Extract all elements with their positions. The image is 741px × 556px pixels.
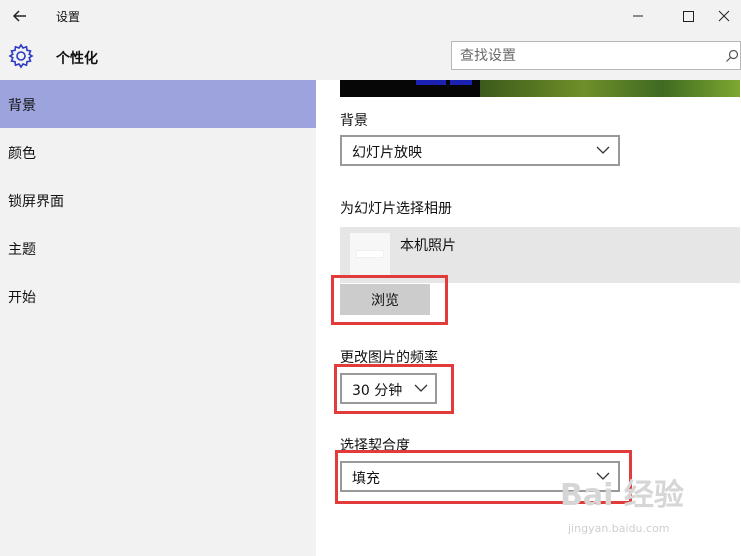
album-thumbnail xyxy=(350,233,390,277)
fit-dropdown-value: 填充 xyxy=(352,471,380,487)
sidebar-item-background[interactable]: 背景 xyxy=(0,80,316,128)
minimize-icon[interactable] xyxy=(616,4,660,28)
search-icon[interactable] xyxy=(724,48,740,64)
sidebar-item-start[interactable]: 开始 xyxy=(0,272,316,320)
preview-image xyxy=(480,80,740,97)
frequency-label: 更改图片的频率 xyxy=(340,350,438,366)
page-header: 个性化 xyxy=(0,32,741,80)
background-dropdown[interactable]: 幻灯片放映 xyxy=(340,135,620,166)
sidebar-item-colors[interactable]: 颜色 xyxy=(0,128,316,176)
fit-label: 选择契合度 xyxy=(340,438,410,454)
search-input[interactable] xyxy=(460,48,710,64)
window-title: 设置 xyxy=(56,10,81,24)
browse-button[interactable]: 浏览 xyxy=(340,284,430,315)
watermark: Bai 经验 jingyan.baidu.com xyxy=(560,470,738,550)
frequency-dropdown-value: 30 分钟 xyxy=(352,383,403,399)
sidebar-item-themes[interactable]: 主题 xyxy=(0,224,316,272)
sidebar-item-label: 主题 xyxy=(8,242,36,258)
chevron-down-icon xyxy=(596,146,610,154)
chevron-down-icon xyxy=(414,384,428,392)
watermark-url: jingyan.baidu.com xyxy=(568,522,670,535)
background-label: 背景 xyxy=(340,113,368,129)
album-item-label: 本机照片 xyxy=(400,238,456,254)
close-icon[interactable] xyxy=(702,4,741,28)
gear-icon xyxy=(8,43,34,69)
search-box[interactable] xyxy=(451,41,741,70)
title-bar: 设置 xyxy=(0,0,741,32)
background-dropdown-value: 幻灯片放映 xyxy=(352,145,422,161)
frequency-dropdown[interactable]: 30 分钟 xyxy=(340,373,437,404)
sidebar-item-label: 锁屏界面 xyxy=(8,194,64,210)
page-title: 个性化 xyxy=(56,51,98,67)
sidebar-item-label: 背景 xyxy=(8,98,36,114)
album-label: 为幻灯片选择相册 xyxy=(340,201,452,217)
sidebar: 背景 颜色 锁屏界面 主题 开始 xyxy=(0,80,316,556)
sidebar-item-label: 颜色 xyxy=(8,146,36,162)
background-preview xyxy=(340,80,740,97)
preview-taskbar-segment xyxy=(416,80,446,85)
watermark-text: Bai 经验 xyxy=(560,478,684,513)
album-item[interactable]: 本机照片 xyxy=(340,227,740,283)
sidebar-item-lock-screen[interactable]: 锁屏界面 xyxy=(0,176,316,224)
sidebar-item-label: 开始 xyxy=(8,290,36,306)
back-arrow-icon[interactable] xyxy=(8,4,32,28)
preview-taskbar-segment xyxy=(450,80,472,85)
